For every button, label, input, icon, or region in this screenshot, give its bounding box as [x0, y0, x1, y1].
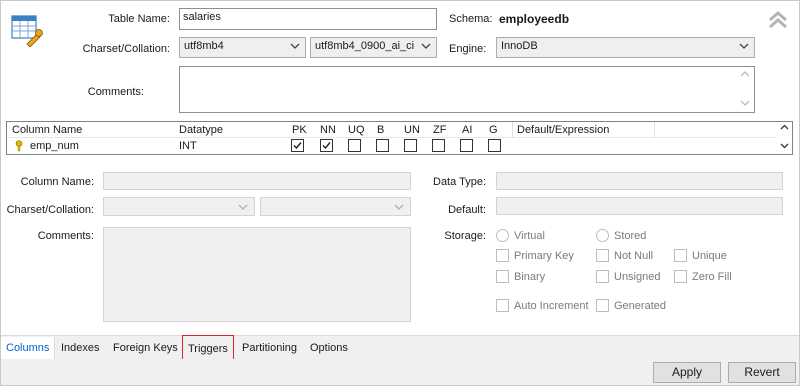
grid-header-un[interactable]: UN — [404, 124, 420, 136]
tab-indexes[interactable]: Indexes — [56, 337, 105, 359]
collapse-up-icon[interactable] — [767, 9, 789, 31]
revert-button[interactable]: Revert — [728, 362, 796, 383]
chevron-down-icon — [739, 43, 749, 49]
unsigned-checkbox — [596, 270, 609, 283]
stored-radio — [596, 229, 609, 242]
column-charset-select — [103, 197, 255, 216]
row-datatype[interactable]: INT — [179, 140, 197, 152]
binary-checkbox — [496, 270, 509, 283]
table-comments-label: Comments: — [87, 86, 144, 98]
grid-header-divider — [512, 122, 513, 137]
charset-select-value: utf8mb4 — [184, 40, 224, 52]
column-charset-label: Charset/Collation: — [6, 204, 94, 216]
table-comments-textarea[interactable] — [179, 66, 755, 113]
unsigned-label: Unsigned — [614, 271, 661, 283]
data-type-label: Data Type: — [433, 176, 486, 188]
collation-select-value: utf8mb4_0900_ai_ci — [315, 40, 415, 52]
grid-scrollbar[interactable] — [777, 122, 792, 154]
schema-label: Schema: — [449, 13, 493, 25]
generated-label: Generated — [614, 300, 666, 312]
row-column-name[interactable]: emp_num — [30, 140, 79, 152]
column-name-input — [103, 172, 411, 190]
grid-header-ai[interactable]: AI — [462, 124, 472, 136]
grid-header-nn[interactable]: NN — [320, 124, 336, 136]
charset-collation-label: Charset/Collation: — [82, 43, 170, 55]
tab-columns[interactable]: Columns — [1, 337, 56, 359]
apply-button[interactable]: Apply — [653, 362, 721, 383]
chevron-down-icon — [290, 43, 300, 49]
grid-header-uq[interactable]: UQ — [348, 124, 365, 136]
grid-header-divider — [654, 122, 655, 137]
auto-increment-checkbox — [496, 299, 509, 312]
primary-key-icon — [15, 140, 23, 152]
un-checkbox[interactable] — [404, 139, 417, 152]
g-checkbox[interactable] — [488, 139, 501, 152]
table-name-input[interactable]: salaries — [179, 8, 437, 30]
check-icon — [293, 142, 302, 150]
column-name-label: Column Name: — [20, 176, 94, 188]
tab-foreign-keys[interactable]: Foreign Keys — [108, 337, 183, 359]
grid-header-g[interactable]: G — [489, 124, 498, 136]
charset-select[interactable]: utf8mb4 — [179, 37, 306, 58]
virtual-label: Virtual — [514, 230, 545, 242]
grid-header-column-name[interactable]: Column Name — [12, 124, 82, 136]
primary-key-label: Primary Key — [514, 250, 574, 262]
table-name-label: Table Name: — [108, 13, 170, 25]
comments-scrollbar[interactable] — [738, 68, 752, 111]
zf-checkbox[interactable] — [432, 139, 445, 152]
auto-increment-label: Auto Increment — [514, 300, 589, 312]
chevron-down-icon — [394, 204, 404, 210]
tab-partitioning[interactable]: Partitioning — [237, 337, 302, 359]
not-null-label: Not Null — [614, 250, 654, 262]
table-settings-icon — [10, 13, 44, 48]
action-bar: Apply Revert — [1, 359, 799, 385]
schema-value: employeedb — [499, 12, 570, 26]
tab-options[interactable]: Options — [305, 337, 353, 359]
storage-label: Storage: — [444, 230, 486, 242]
engine-select-value: InnoDB — [501, 40, 538, 52]
engine-select[interactable]: InnoDB — [496, 37, 755, 58]
binary-label: Binary — [514, 271, 546, 283]
grid-header-pk[interactable]: PK — [292, 124, 307, 136]
check-icon — [322, 142, 331, 150]
collation-select[interactable]: utf8mb4_0900_ai_ci — [310, 37, 437, 58]
primary-key-checkbox — [496, 249, 509, 262]
generated-checkbox — [596, 299, 609, 312]
editor-tab-bar: Columns Indexes Foreign Keys Triggers Pa… — [1, 335, 799, 361]
column-collation-select — [260, 197, 411, 216]
virtual-radio — [496, 229, 509, 242]
unique-label: Unique — [692, 250, 727, 262]
engine-label: Engine: — [449, 43, 487, 55]
data-type-input — [496, 172, 783, 190]
tab-triggers[interactable]: Triggers — [182, 335, 234, 361]
default-label: Default: — [448, 204, 486, 216]
chevron-down-icon — [238, 204, 248, 210]
pk-checkbox[interactable] — [291, 139, 304, 152]
uq-checkbox[interactable] — [348, 139, 361, 152]
grid-header-default-expression[interactable]: Default/Expression — [517, 124, 609, 136]
chevron-down-icon — [421, 43, 431, 49]
stored-label: Stored — [614, 230, 647, 242]
grid-header-b[interactable]: B — [377, 124, 384, 136]
table-row[interactable]: emp_num INT — [7, 138, 776, 154]
grid-header-datatype[interactable]: Datatype — [179, 124, 223, 136]
column-comments-label: Comments: — [37, 230, 94, 242]
zero-fill-checkbox — [674, 270, 687, 283]
column-comments-textarea — [103, 227, 411, 322]
ai-checkbox[interactable] — [460, 139, 473, 152]
b-checkbox[interactable] — [376, 139, 389, 152]
nn-checkbox[interactable] — [320, 139, 333, 152]
not-null-checkbox — [596, 249, 609, 262]
grid-header-zf[interactable]: ZF — [433, 124, 446, 136]
unique-checkbox — [674, 249, 687, 262]
default-input — [496, 197, 783, 215]
zero-fill-label: Zero Fill — [692, 271, 732, 283]
